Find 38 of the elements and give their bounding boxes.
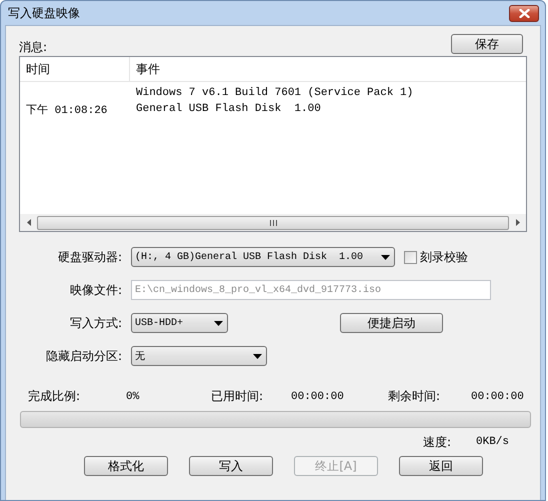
action-button[interactable]: 格式化 bbox=[84, 456, 168, 476]
event-cell-text: Windows 7 v6.1 Build 7601 (Service Pack 1) bbox=[135, 87, 414, 99]
stat-value: 0% bbox=[126, 390, 140, 402]
stat-label: 完成比例: bbox=[28, 388, 82, 405]
action-button[interactable]: 写入 bbox=[189, 456, 273, 476]
event-cell-text: General USB Flash Disk 1.00 bbox=[135, 103, 321, 115]
stat-value: 00:00:00 bbox=[291, 390, 345, 402]
column-header[interactable]: 事件 bbox=[130, 62, 160, 76]
time-cell-text: 下午 01:08:26 bbox=[25, 103, 108, 116]
checkbox-label: 刻录校验 bbox=[420, 248, 468, 266]
field-label: 写入方式: bbox=[68, 314, 122, 332]
stat-label: 剩余时间: bbox=[388, 388, 442, 405]
dropdown-arrow-icon bbox=[253, 354, 262, 358]
dropdown-arrow-icon bbox=[214, 320, 223, 326]
scroll-right-icon bbox=[516, 219, 520, 226]
scrollbar-thumb[interactable] bbox=[37, 216, 509, 230]
checkbox[interactable] bbox=[404, 250, 417, 264]
stat-value: 00:00:00 bbox=[471, 390, 525, 402]
dropdown[interactable]: 无 bbox=[131, 346, 267, 366]
save-button[interactable]: 保存 bbox=[451, 34, 523, 54]
field-label: 硬盘驱动器: bbox=[56, 248, 122, 266]
field-label: 隐藏启动分区: bbox=[44, 348, 122, 364]
close-icon bbox=[518, 8, 530, 18]
scroll-left-icon bbox=[26, 219, 30, 226]
window-title: 写入硬盘映像 bbox=[8, 4, 80, 22]
dropdown[interactable]: USB-HDD+ bbox=[131, 313, 228, 333]
field-label: 映像文件: bbox=[68, 282, 122, 298]
speed-label: 速度: bbox=[422, 434, 451, 450]
quick-boot-button[interactable]: 便捷启动 bbox=[340, 313, 443, 333]
dropdown[interactable]: (H:, 4 GB)General USB Flash Disk 1.00 bbox=[131, 247, 395, 267]
action-button[interactable]: 返回 bbox=[399, 456, 483, 476]
stat-label: 已用时间: bbox=[211, 388, 264, 405]
grip-icon bbox=[270, 220, 276, 226]
speed-value: 0KB/s bbox=[476, 436, 510, 448]
dropdown-arrow-icon bbox=[381, 254, 390, 260]
messages-label: 消息: bbox=[19, 39, 48, 56]
column-header[interactable]: 时间 bbox=[20, 60, 50, 78]
close-button[interactable] bbox=[509, 4, 539, 22]
